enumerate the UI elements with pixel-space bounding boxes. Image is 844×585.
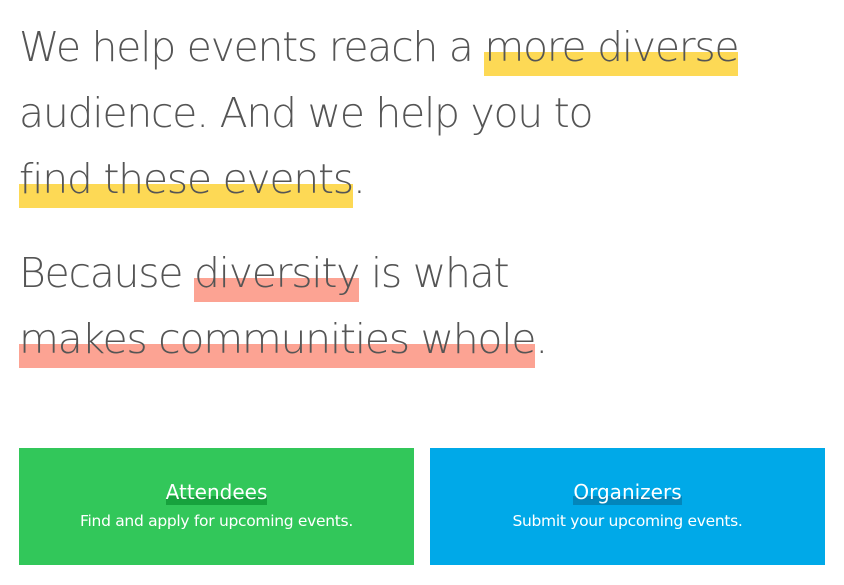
highlight-find-these-events: find these events xyxy=(19,146,354,212)
audience-cards: Attendees Find and apply for upcoming ev… xyxy=(19,448,825,565)
hero-paragraph-1: We help events reach a more diverse audie… xyxy=(19,14,829,212)
hero-text: We help events reach a more diverse audie… xyxy=(19,14,829,372)
hero-line1-text: We help events reach a xyxy=(19,23,485,71)
hero-line5-period: . xyxy=(535,315,548,363)
attendees-card-button[interactable]: Attendees Find and apply for upcoming ev… xyxy=(19,448,414,565)
highlight-makes-communities-whole: makes communities whole xyxy=(19,306,537,372)
hero-paragraph-2: Because diversity is what makes communiti… xyxy=(19,240,829,372)
organizers-subtitle: Submit your upcoming events. xyxy=(512,512,743,530)
attendees-subtitle: Find and apply for upcoming events. xyxy=(80,512,353,530)
highlight-more-diverse: more diverse xyxy=(484,14,740,80)
hero-line4-end: is what xyxy=(359,249,510,297)
hero-line2-text: audience. And we help you to xyxy=(19,89,594,137)
organizers-title: Organizers xyxy=(573,480,682,505)
hero-line4-text: Because xyxy=(19,249,194,297)
hero-line3-period: . xyxy=(352,155,366,203)
highlight-diversity: diversity xyxy=(193,240,360,306)
organizers-card-button[interactable]: Organizers Submit your upcoming events. xyxy=(430,448,825,565)
attendees-title: Attendees xyxy=(165,480,268,505)
